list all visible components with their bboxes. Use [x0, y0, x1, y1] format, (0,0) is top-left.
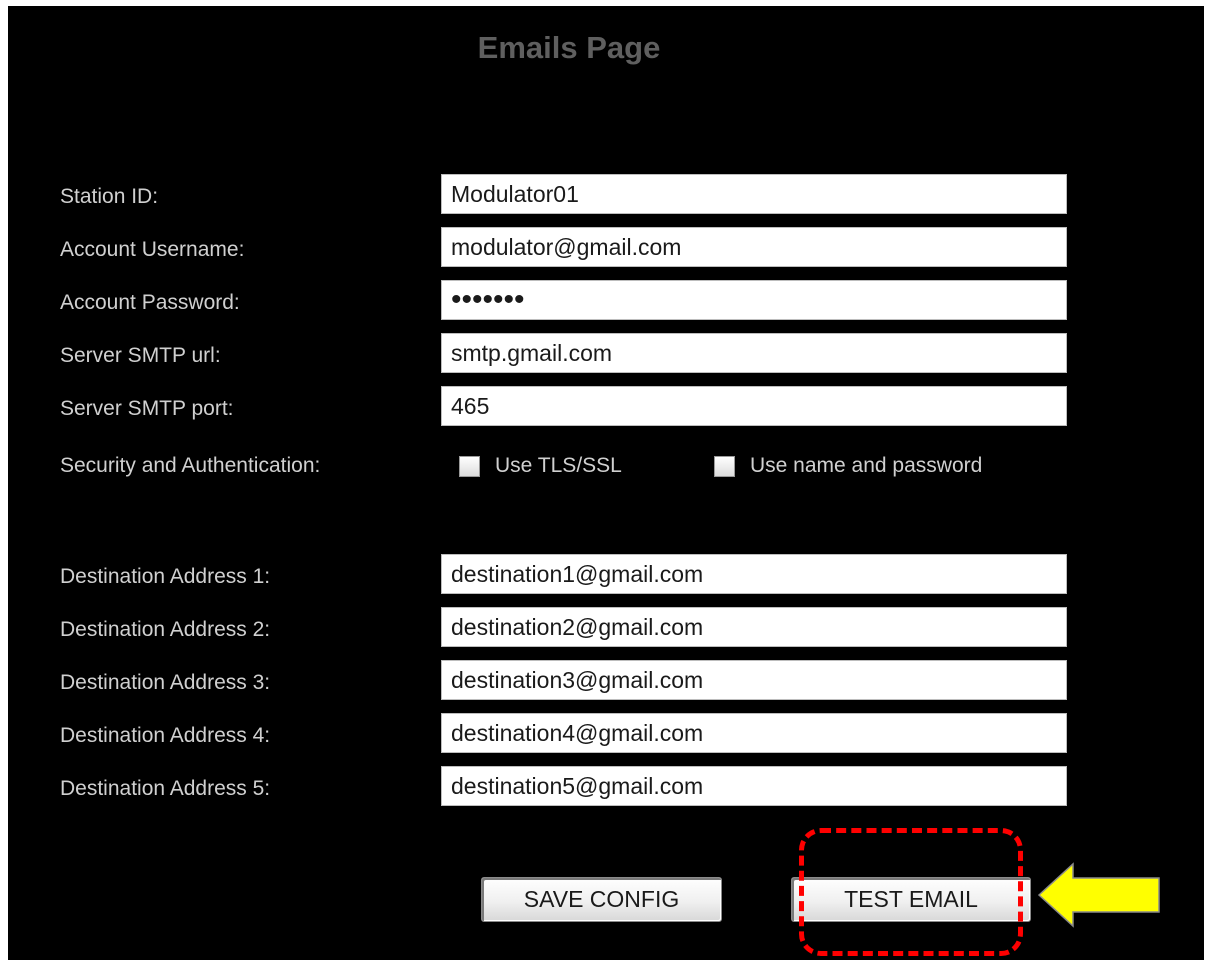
account-username-label: Account Username:: [60, 238, 245, 261]
account-password-label: Account Password:: [60, 291, 240, 314]
destination-address-1-field[interactable]: [441, 554, 1067, 594]
server-smtp-url-label: Server SMTP url:: [60, 344, 221, 367]
use-name-password-label: Use name and password: [750, 454, 983, 477]
destination-address-3-field[interactable]: [441, 660, 1067, 700]
emails-page-panel: Emails Page Station ID: Account Username…: [8, 6, 1204, 960]
destination-address-3-label: Destination Address 3:: [60, 671, 271, 694]
save-config-button[interactable]: SAVE CONFIG: [481, 877, 722, 922]
server-smtp-port-field[interactable]: [441, 386, 1067, 426]
account-username-field[interactable]: [441, 227, 1067, 267]
destination-address-1-label: Destination Address 1:: [60, 565, 271, 588]
page-title: Emails Page: [477, 30, 661, 65]
destination-address-2-field[interactable]: [441, 607, 1067, 647]
use-name-password-checkbox[interactable]: [714, 455, 735, 477]
arrow-left-icon: [1037, 862, 1160, 928]
use-name-password-option[interactable]: Use name and password: [714, 446, 982, 486]
station-id-field[interactable]: [441, 174, 1067, 214]
destination-address-2-label: Destination Address 2:: [60, 618, 271, 641]
destination-address-4-field[interactable]: [441, 713, 1067, 753]
server-smtp-url-field[interactable]: [441, 333, 1067, 373]
account-password-field[interactable]: [441, 280, 1067, 320]
use-tls-ssl-checkbox[interactable]: [459, 455, 480, 477]
destination-address-5-label: Destination Address 5:: [60, 777, 271, 800]
test-email-highlight: [799, 828, 1023, 956]
use-tls-ssl-option[interactable]: Use TLS/SSL: [459, 446, 622, 486]
destination-address-5-field[interactable]: [441, 766, 1067, 806]
destination-address-4-label: Destination Address 4:: [60, 724, 271, 747]
use-tls-ssl-label: Use TLS/SSL: [495, 454, 622, 477]
server-smtp-port-label: Server SMTP port:: [60, 397, 234, 420]
security-authentication-label: Security and Authentication:: [60, 454, 321, 477]
station-id-label: Station ID:: [60, 185, 159, 208]
